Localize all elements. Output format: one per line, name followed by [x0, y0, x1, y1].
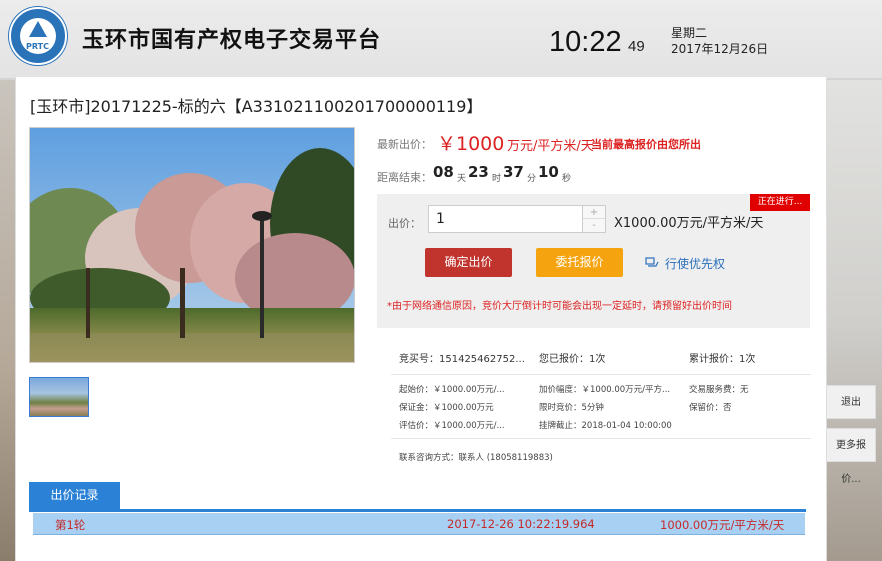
logo-triangle-icon [29, 21, 47, 37]
confirm-bid-button[interactable]: 确定出价 [425, 248, 512, 277]
lot-photo[interactable] [29, 127, 355, 363]
deposit: 保证金：￥1000.00万元 [399, 403, 494, 413]
bid-multiplier: X1000.00万元/平方米/天 [614, 216, 764, 231]
start-price: 起始价：￥1000.00万元/... [399, 385, 505, 395]
lot-photo-image [30, 128, 354, 362]
divider [391, 438, 811, 439]
latest-price-label: 最新出价： [377, 138, 432, 151]
auction-card: [玉环市]20171225-标的六【A331021100201700000119… [15, 77, 827, 561]
highest-bid-note: 当前最高报价由您所出 [591, 138, 701, 151]
contact-info: 联系咨询方式：联系人 (18058119883) [399, 453, 553, 463]
site-header: PRTC 玉环市国有产权电子交易平台 10:22 49 星期二 2017年12月… [0, 0, 882, 78]
listing-deadline: 挂牌截止：2018-01-04 10:00:00 [539, 421, 672, 431]
record-time: 2017-12-26 10:22:19.964 [447, 517, 595, 531]
appraisal-price: 评估价：￥1000.00万元/... [399, 421, 505, 431]
bid-label: 出价： [388, 217, 421, 230]
weekday: 星期二 [671, 26, 708, 40]
time-limit: 限时竞价：5分钟 [539, 403, 604, 413]
bidder-number: 竞买号：151425462752... [399, 354, 525, 365]
bid-panel: 正在进行... 出价： 1 + - X1000.00万元/平方米/天 确定出价 … [377, 194, 810, 328]
stepper-increase-button[interactable]: + [583, 206, 605, 219]
clock-seconds: 49 [628, 38, 645, 55]
countdown-days-unit: 天 [457, 174, 467, 184]
latest-price-unit: 万元/平方米/天 [507, 139, 594, 154]
countdown-minutes: 37 [503, 163, 524, 181]
logo-text: PRTC [26, 42, 49, 51]
site-title: 玉环市国有产权电子交易平台 [82, 28, 382, 53]
tab-bid-records[interactable]: 出价记录 [29, 482, 120, 509]
total-bid-count: 累计报价：1次 [689, 354, 756, 365]
countdown-hours-unit: 时 [492, 174, 502, 184]
countdown-hours: 23 [468, 163, 489, 181]
network-delay-warning: *由于网络通信原因，竞价大厅倒计时可能会出现一定延时，请预留好出价时间 [387, 301, 732, 312]
clock-time: 10:22 [549, 26, 622, 58]
logout-button[interactable]: 退出 [826, 385, 876, 419]
records-tab-bar: 出价记录 [29, 482, 806, 512]
countdown-seconds-unit: 秒 [562, 174, 572, 184]
entrust-bid-button[interactable]: 委托报价 [536, 248, 623, 277]
lot-title: [玉环市]20171225-标的六【A331021100201700000119… [30, 97, 483, 116]
lot-photo-thumbnail[interactable] [29, 377, 89, 417]
exercise-priority-link[interactable]: 行使优先权 [665, 255, 725, 272]
latest-price-value: ￥1000 [437, 133, 505, 155]
tab-underline [29, 509, 806, 512]
bid-stepper: + - [583, 205, 606, 233]
countdown-label: 距离结束： [377, 171, 432, 184]
stepper-decrease-button[interactable]: - [583, 219, 605, 232]
service-fee: 交易服务费：无 [689, 385, 749, 395]
platform-logo: PRTC [9, 7, 67, 65]
current-date: 2017年12月26日 [671, 42, 769, 56]
divider [391, 374, 811, 375]
record-price: 1000.00万元/平方米/天 [660, 518, 785, 532]
status-badge: 正在进行... [750, 194, 810, 211]
bid-amount-input[interactable]: 1 [428, 205, 583, 233]
countdown-seconds: 10 [538, 163, 559, 181]
table-row: 第1轮 2017-12-26 10:22:19.964 1000.00万元/平方… [33, 513, 805, 535]
reserve-price: 保留价：否 [689, 403, 732, 413]
my-bid-count: 您已报价：1次 [539, 354, 606, 365]
countdown-minutes-unit: 分 [527, 174, 537, 184]
priority-icon [645, 257, 659, 267]
countdown-days: 08 [433, 163, 454, 181]
bid-increment: 加价幅度：￥1000.00万元/平方... [539, 385, 671, 395]
more-bids-button[interactable]: 更多报价... [826, 428, 876, 485]
record-round: 第1轮 [55, 518, 86, 532]
